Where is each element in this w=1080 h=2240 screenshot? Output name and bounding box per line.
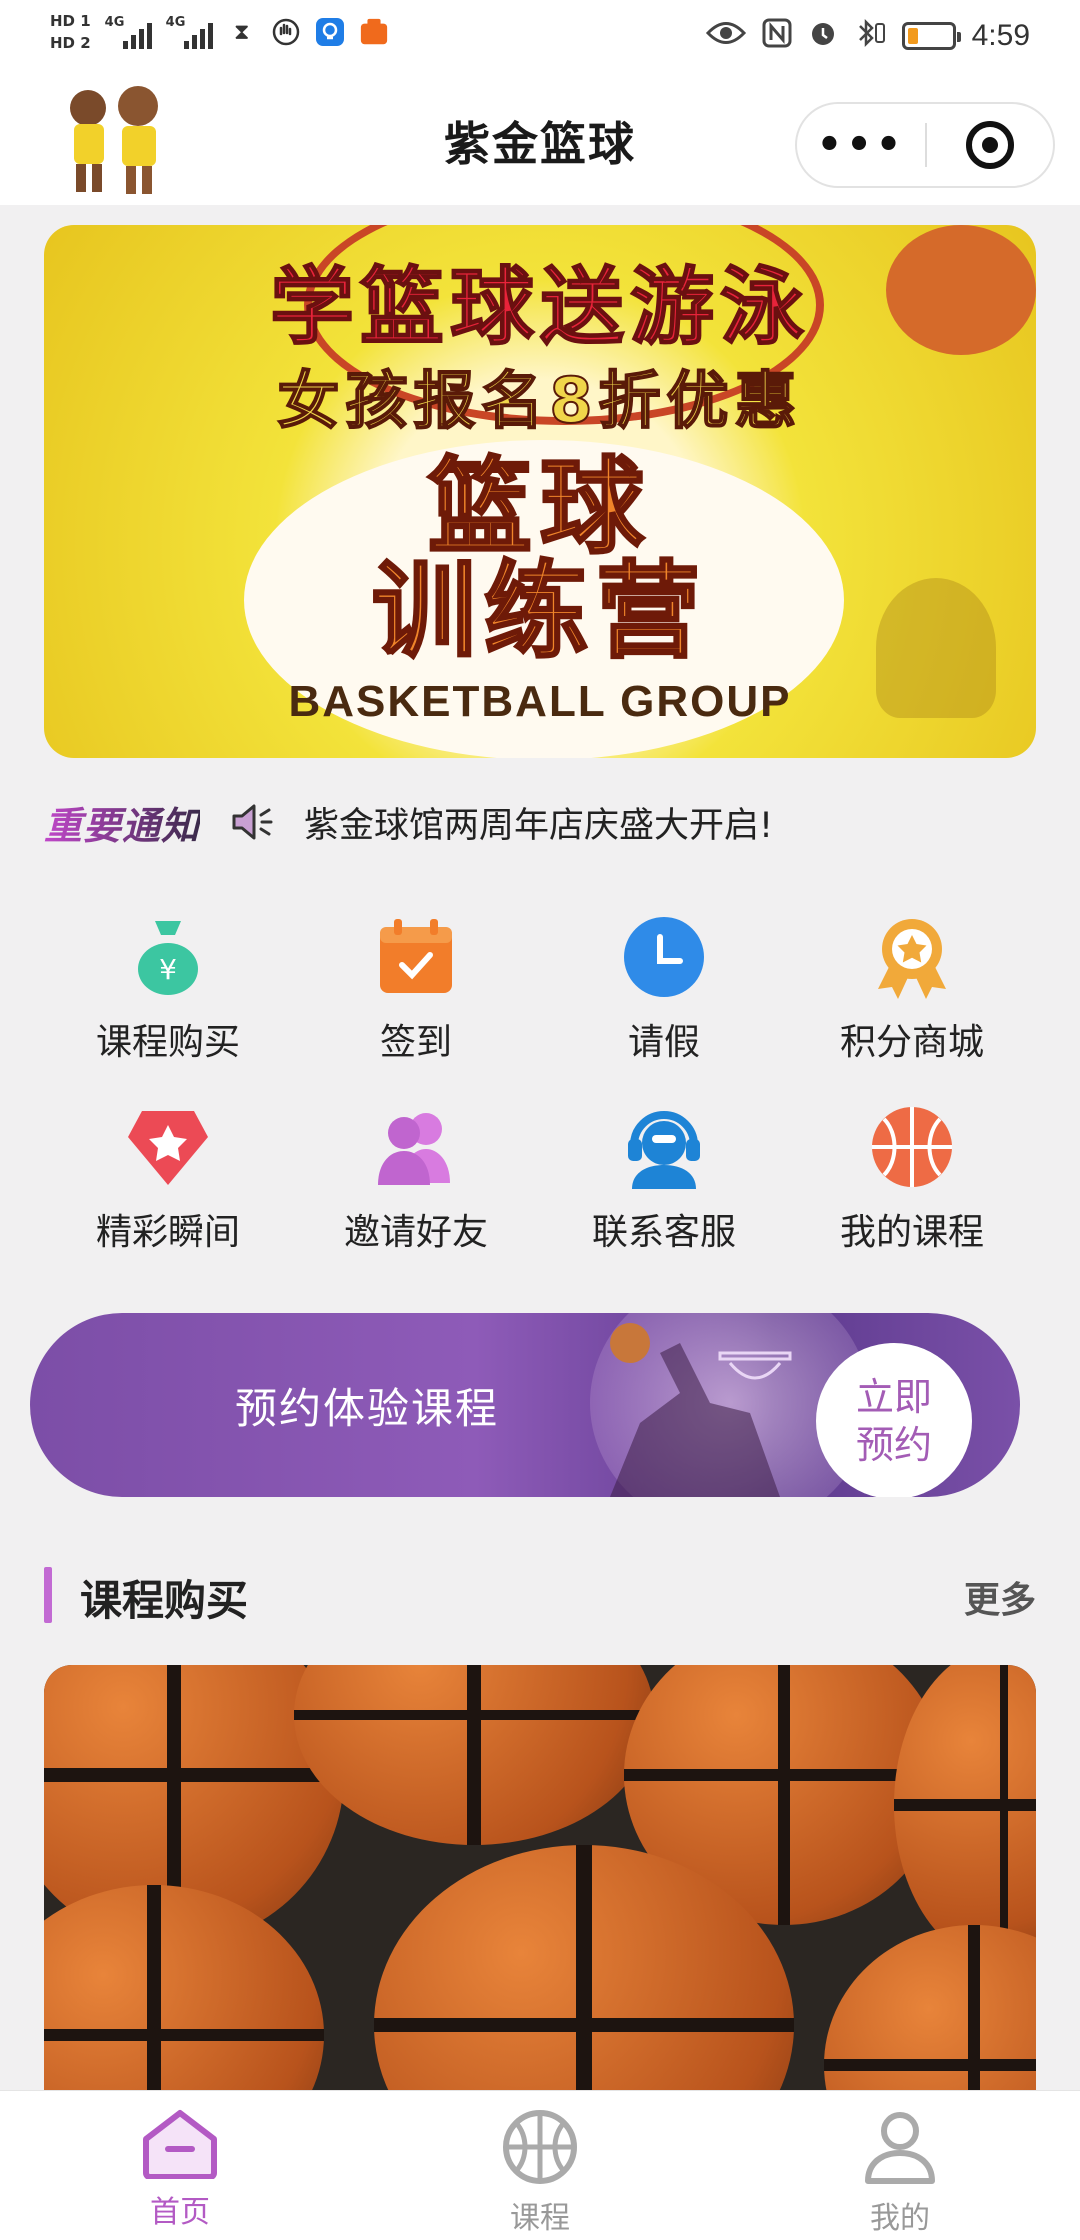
calendar-check-icon [374, 915, 458, 999]
tab-courses[interactable]: 课程 [360, 2091, 720, 2240]
grid-item-label: 请假 [627, 1022, 700, 1063]
basketball-photo-ball [824, 1925, 1036, 2095]
network1-label: 4G [104, 15, 125, 30]
grid-item-label: 签到 [379, 1022, 452, 1063]
taobao-icon [359, 17, 389, 47]
battery-icon [901, 22, 961, 50]
tab-mine[interactable]: 我的 [720, 2091, 1080, 2240]
headset-icon [622, 1105, 706, 1189]
section-title: 课程购买 [80, 1576, 249, 1625]
battery-level [907, 28, 919, 44]
more-button[interactable]: ••• [797, 125, 925, 165]
miniprogram-capsule: ••• [795, 102, 1055, 188]
trial-booking-banner[interactable]: 预约体验课程 立即 预约 [30, 1313, 1020, 1497]
grid-item-label: 联系客服 [591, 1212, 736, 1253]
basketball-photo-ball [44, 1885, 324, 2095]
grid-item-label: 积分商城 [839, 1022, 984, 1063]
notice-text: 紫金球馆两周年店庆盛大开启! [304, 805, 774, 846]
grid-item-leave[interactable]: 请假 [540, 915, 788, 1065]
eye-icon [705, 20, 746, 52]
lightbulb-icon [315, 17, 345, 47]
friends-icon [374, 1105, 458, 1189]
book-now-button[interactable]: 立即 预约 [816, 1343, 972, 1497]
basketball-icon [870, 1105, 954, 1189]
close-miniprogram-button[interactable] [927, 121, 1053, 169]
money-bag-icon: ¥ [126, 915, 210, 999]
section-header: 课程购买 更多 [44, 1565, 1036, 1625]
grid-item-label: 邀请好友 [343, 1212, 488, 1253]
grid-item-label: 我的课程 [839, 1212, 984, 1253]
sim2-badge: HD 2 [50, 34, 91, 52]
section-more-link[interactable]: 更多 [964, 1571, 1036, 1623]
basketball-photo-ball [894, 1665, 1036, 1965]
signal1-icon: 4G [105, 15, 152, 49]
svg-text:¥: ¥ [159, 953, 177, 986]
nfc-icon [762, 18, 792, 54]
grid-item-course-purchase[interactable]: ¥ 课程购买 [44, 915, 292, 1065]
status-bar: HD 1 HD 2 4G 4G ⧗ 4:59 [0, 0, 1080, 80]
notice-bar[interactable]: 重要通知 紫金球馆两周年店庆盛大开启! [44, 790, 1036, 854]
notice-tag: 重要通知 [44, 795, 200, 850]
tab-label: 我的 [870, 2201, 930, 2236]
basketball-photo-ball [294, 1665, 654, 1845]
grid-item-label: 课程购买 [95, 1022, 240, 1063]
player-silhouette [876, 578, 996, 718]
tab-home[interactable]: 首页 [0, 2091, 360, 2240]
star-gem-icon [126, 1105, 210, 1189]
promo-banner[interactable]: 学篮球送游泳 女孩报名8折优惠 篮球 训练营 BASKETBALL GROUP [44, 225, 1036, 758]
banner-camp-line1: 篮球 [426, 446, 652, 568]
book-now-line1: 立即 [855, 1375, 932, 1419]
sim-indicators: HD 1 HD 2 [50, 12, 91, 52]
banner-headline: 学篮球送游泳 [269, 257, 810, 357]
grid-item-invite-friends[interactable]: 邀请好友 [292, 1105, 540, 1255]
course-card-image[interactable] [44, 1665, 1036, 2095]
hourglass-icon: ⧗ [233, 19, 250, 45]
home-icon [140, 2109, 220, 2183]
grid-item-checkin[interactable]: 签到 [292, 915, 540, 1065]
bottom-tab-bar: 首页 课程 我的 [0, 2090, 1080, 2240]
trial-booking-text: 预约体验课程 [235, 1384, 500, 1433]
signal2-icon: 4G [166, 15, 213, 49]
book-now-line2: 预约 [855, 1423, 932, 1467]
section-accent-bar [44, 1567, 52, 1623]
bluetooth-icon [854, 18, 886, 54]
grid-item-customer-service[interactable]: 联系客服 [540, 1105, 788, 1255]
hand-icon [271, 17, 301, 47]
status-right: 4:59 [705, 18, 1030, 54]
target-icon [965, 121, 1014, 169]
status-left: HD 1 HD 2 4G 4G ⧗ [50, 12, 389, 52]
tab-label: 首页 [150, 2195, 210, 2230]
grid-item-label: 精彩瞬间 [95, 1212, 240, 1253]
alarm-icon [808, 18, 838, 54]
speaker-icon [228, 798, 276, 846]
sim1-badge: HD 1 [50, 12, 91, 30]
grid-item-highlights[interactable]: 精彩瞬间 [44, 1105, 292, 1255]
user-icon [862, 2109, 938, 2189]
basketball-tab-icon [502, 2109, 578, 2189]
clock-icon [622, 915, 706, 999]
banner-subheadline: 女孩报名8折优惠 [276, 363, 803, 438]
medal-icon [870, 915, 954, 999]
dunk-player-graphic [610, 1323, 792, 1497]
grid-item-points-mall[interactable]: 积分商城 [788, 915, 1036, 1065]
tab-label: 课程 [510, 2201, 570, 2236]
function-grid: ¥ 课程购买 签到 请假 积分商城 精彩瞬间 邀请好友 联系客服 我的课程 [44, 915, 1036, 1255]
grid-item-my-courses[interactable]: 我的课程 [788, 1105, 1036, 1255]
network2-label: 4G [165, 15, 186, 30]
title-bar: 紫金篮球 ••• [0, 80, 1080, 205]
status-time: 4:59 [971, 19, 1030, 52]
